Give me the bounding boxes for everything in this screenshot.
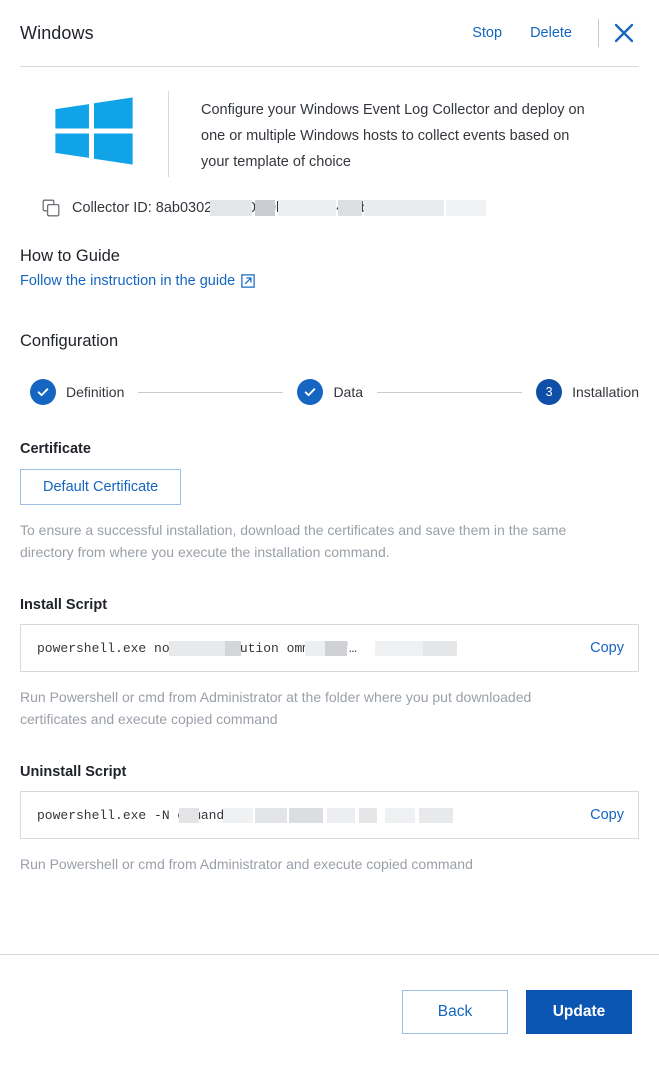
how-to-guide-heading: How to Guide (20, 247, 120, 265)
step-connector (377, 391, 523, 393)
uninstall-script-box: powershell.exe -N ommand "… Copy (20, 791, 639, 839)
redaction-block (375, 640, 423, 656)
close-button[interactable] (609, 18, 639, 48)
install-script-value[interactable]: powershell.exe noLogo Execution ommand "… (37, 640, 576, 656)
redaction-block (255, 807, 287, 823)
install-script-box: powershell.exe noLogo Execution ommand "… (20, 624, 639, 672)
check-icon (305, 388, 316, 397)
back-button[interactable]: Back (402, 990, 508, 1034)
step-installation-label: Installation (572, 384, 640, 400)
configuration-heading: Configuration (20, 332, 119, 350)
install-script-section: Install Script powershell.exe noLogo Exe… (20, 563, 639, 730)
install-script-hint: Run Powershell or cmd from Administrator… (20, 689, 532, 727)
guide-link[interactable]: Follow the instruction in the guide (20, 273, 255, 289)
uninstall-script-value[interactable]: powershell.exe -N ommand "… (37, 807, 576, 823)
intro-description: Configure your Windows Event Log Collect… (201, 102, 585, 170)
redaction-block (359, 807, 377, 823)
redaction-block (446, 200, 486, 216)
step-connector (138, 391, 284, 393)
uninstall-script-label: Uninstall Script (20, 764, 127, 780)
redaction-block (423, 640, 457, 656)
configuration-section: Configuration Definition Data 3 Installa… (20, 290, 639, 405)
step-data[interactable]: Data (297, 379, 363, 405)
panel-footer: Back Update (0, 955, 659, 1069)
how-to-guide-section: How to Guide Follow the instruction in t… (20, 217, 639, 290)
certificate-hint: To ensure a successful installation, dow… (20, 522, 567, 560)
redaction-block (289, 807, 323, 823)
guide-link-label: Follow the instruction in the guide (20, 273, 236, 289)
windows-collector-panel: Windows Stop Delete Configure your Windo… (0, 0, 659, 1069)
check-icon (37, 388, 49, 397)
delete-button[interactable]: Delete (516, 21, 586, 45)
configuration-stepper: Definition Data 3 Installation (20, 351, 639, 405)
header-divider-vertical (598, 19, 599, 47)
uninstall-script-text: powershell.exe -N ommand "… (37, 807, 248, 823)
redaction-block (385, 807, 415, 823)
update-button[interactable]: Update (526, 990, 632, 1034)
uninstall-script-hint: Run Powershell or cmd from Administrator… (20, 856, 473, 872)
logo-cell (20, 89, 168, 181)
header-actions: Stop Delete (458, 18, 641, 48)
step-definition-marker (30, 379, 56, 405)
close-icon (614, 23, 634, 43)
step-installation[interactable]: 3 Installation (536, 379, 639, 405)
uninstall-script-copy-button[interactable]: Copy (576, 807, 624, 823)
step-definition-label: Definition (66, 384, 125, 400)
uninstall-script-section: Uninstall Script powershell.exe -N omman… (20, 730, 639, 875)
step-data-label: Data (333, 384, 364, 400)
certificate-section: Certificate Default Certificate To ensur… (20, 405, 639, 563)
windows-logo-icon (55, 97, 133, 165)
intro-section: Configure your Windows Event Log Collect… (20, 67, 639, 187)
step-data-marker (297, 379, 324, 405)
certificate-label: Certificate (20, 441, 91, 457)
install-script-copy-button[interactable]: Copy (576, 640, 624, 656)
step-installation-marker: 3 (536, 379, 563, 405)
install-script-text: powershell.exe noLogo Execution ommand "… (37, 640, 357, 656)
stop-button[interactable]: Stop (458, 21, 516, 45)
copy-icon[interactable] (42, 199, 60, 217)
install-script-label: Install Script (20, 597, 108, 613)
redaction-block (327, 807, 355, 823)
external-link-icon (241, 274, 255, 288)
collector-id-text: Collector ID: 8ab03020 c1b0 40ba 00/4 44… (72, 200, 425, 216)
step-definition[interactable]: Definition (30, 379, 124, 405)
panel-body: Configure your Windows Event Log Collect… (0, 67, 659, 954)
collector-id-value: Collector ID: 8ab03020 c1b0 40ba 00/4 44… (72, 200, 486, 216)
redaction-block (419, 807, 453, 823)
page-title: Windows (20, 22, 94, 43)
collector-id-row: Collector ID: 8ab03020 c1b0 40ba 00/4 44… (20, 187, 639, 217)
default-certificate-button[interactable]: Default Certificate (20, 469, 182, 505)
panel-header: Windows Stop Delete (0, 0, 659, 66)
